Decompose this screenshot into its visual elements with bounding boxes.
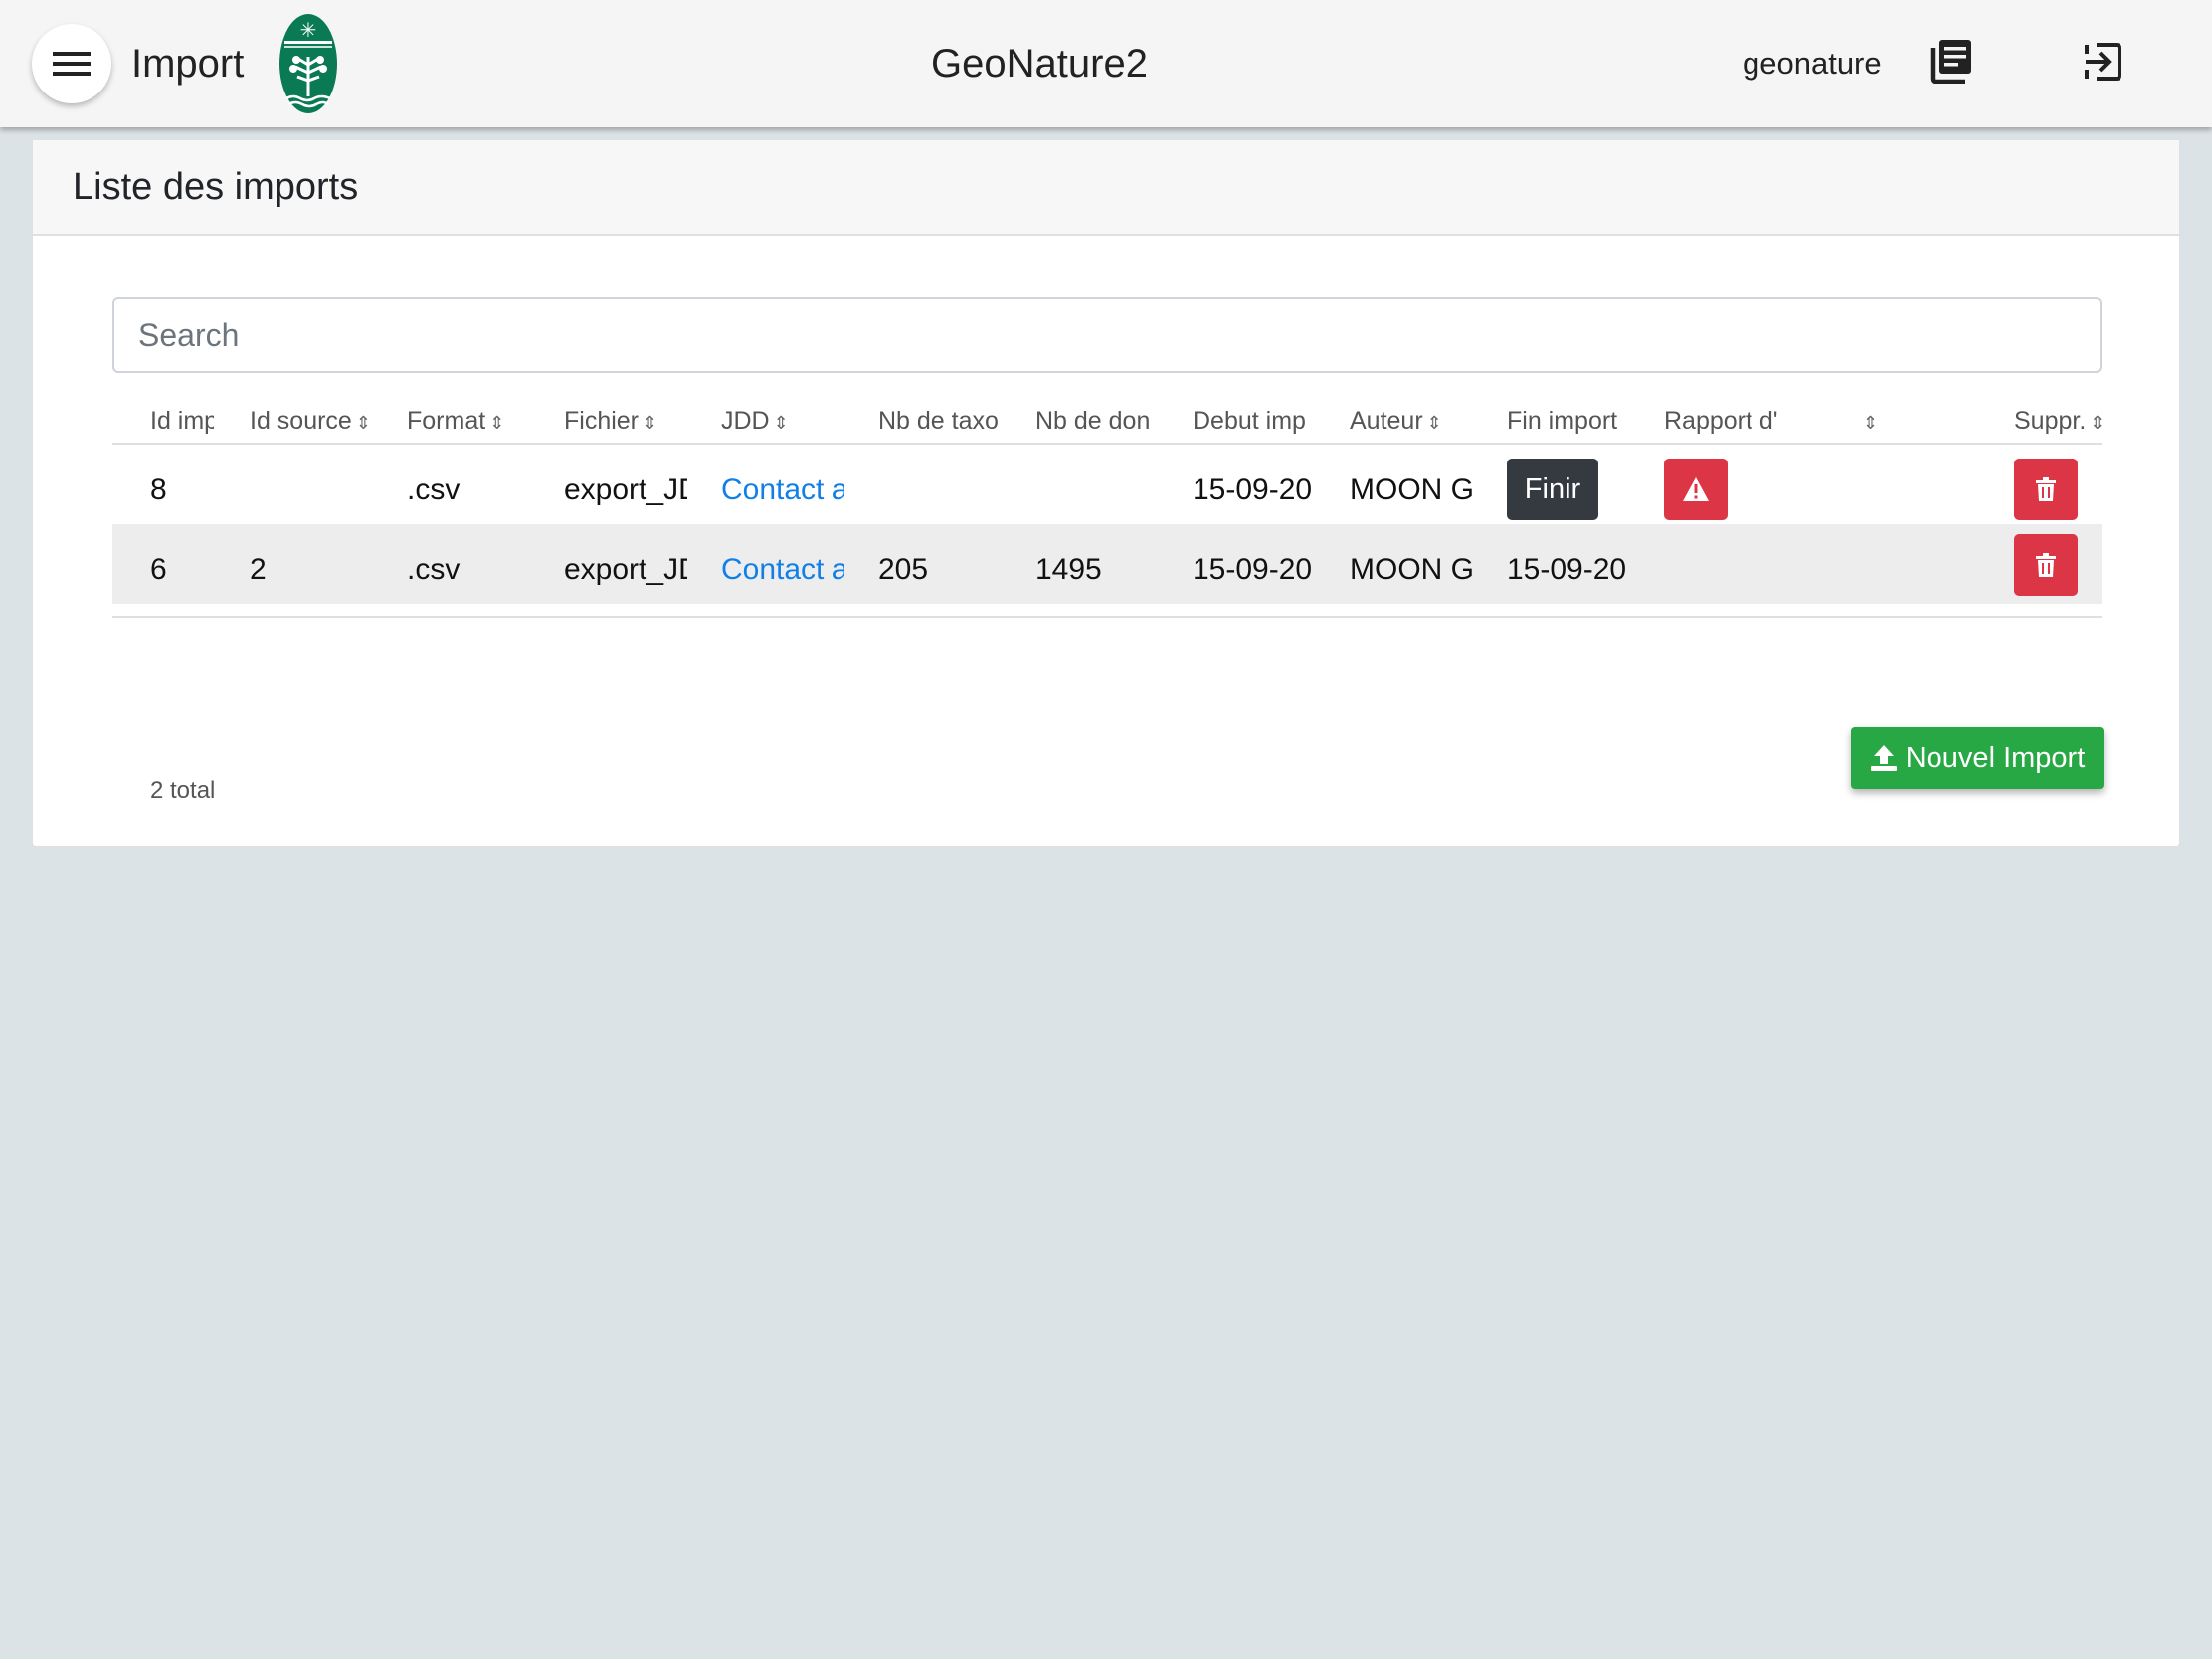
username: geonature [1743,46,1882,81]
page-title: Liste des imports [73,165,359,208]
cell-fichier: export_JD [564,473,687,506]
search-input[interactable] [112,297,2102,373]
logout-icon[interactable] [2083,42,2122,82]
trash-icon [2036,477,2056,501]
delete-button[interactable] [2014,459,2078,520]
sort-icon: ⇕ [489,413,505,433]
column-header-jdd[interactable]: JDD ⇕ [721,399,850,443]
column-header-id-source[interactable]: Id source ⇕ [250,399,375,443]
cell-debut: 15-09-20 [1193,553,1313,586]
top-bar: Import ✳ GeoNature2 geonature [0,0,2212,127]
delete-button[interactable] [2014,534,2078,596]
cell-debut: 15-09-20 [1193,473,1313,506]
imports-card: Liste des imports Id imp Id source⇕ Form… [32,139,2180,847]
cell-nb-donnees: 1495 [1035,553,1102,586]
column-header-id-import[interactable]: Id imp [150,399,214,443]
table-row[interactable]: 8 .csv export_JD Contact a 15-09-20 MOON… [112,445,2102,524]
cell-fichier: export_JD [564,553,687,586]
total-count: 2 total [150,777,216,804]
cell-fin: 15-09-20 [1507,553,1627,586]
column-header-auteur[interactable]: Auteur ⇕ [1350,399,1479,443]
column-header-nb-taxons[interactable]: Nb de taxo [878,399,1002,443]
finir-button[interactable]: Finir [1507,459,1598,520]
column-header-suppr[interactable]: Suppr. ⇕ [2014,399,2114,443]
cell-format: .csv [407,473,461,506]
trash-icon [2036,553,2056,577]
table-footer-divider [112,604,2102,618]
cell-id-source [250,445,375,524]
column-header-debut-import[interactable]: Debut imp [1193,399,1316,443]
imports-table: Id imp Id source ⇕ Format ⇕ Fichier ⇕ JDD ⇕ … [112,399,2105,804]
table-header: Id imp Id source ⇕ Format ⇕ Fichier ⇕ JDD ⇕ … [112,399,2105,445]
cell-auteur: MOON Ge [1350,553,1473,586]
column-header-rapport[interactable]: Rapport d' [1664,399,1789,443]
warning-icon [1683,477,1709,501]
cell-nb-taxons [878,445,1002,524]
sort-icon: ⇕ [1863,413,1879,433]
column-header-fichier[interactable]: Fichier ⇕ [564,399,693,443]
column-header-nb-donnees[interactable]: Nb de don [1035,399,1159,443]
report-button[interactable] [1664,459,1728,520]
column-header-unnamed[interactable]: ⇕ [1859,399,1899,443]
cell-id: 8 [150,473,167,506]
sort-icon: ⇕ [773,413,789,433]
sort-icon: ⇕ [643,413,658,433]
sort-icon: ⇕ [1426,413,1442,433]
column-header-fin-import[interactable]: Fin import [1507,399,1636,443]
cell-auteur: MOON Ge [1350,473,1473,506]
cell-nb-taxons: 205 [878,553,929,586]
cell-jdd-link[interactable]: Contact a [721,445,844,524]
sort-icon: ⇕ [2090,413,2106,433]
table-row[interactable]: 6 2 .csv export_JD Contact a 205 1495 15… [112,524,2102,604]
cell-jdd-link[interactable]: Contact a [721,524,844,604]
cell-id-source: 2 [250,553,267,586]
new-import-button[interactable]: Nouvel Import [1851,727,2104,789]
upload-icon [1870,745,1897,771]
cell-nb-donnees [1035,445,1159,524]
cell-id: 6 [150,553,167,586]
cell-format: .csv [407,553,461,586]
card-header: Liste des imports [33,140,2179,236]
documentation-icon[interactable] [1930,38,1973,84]
column-header-format[interactable]: Format ⇕ [407,399,536,443]
sort-icon: ⇕ [355,413,371,433]
new-import-label: Nouvel Import [1905,741,2086,774]
